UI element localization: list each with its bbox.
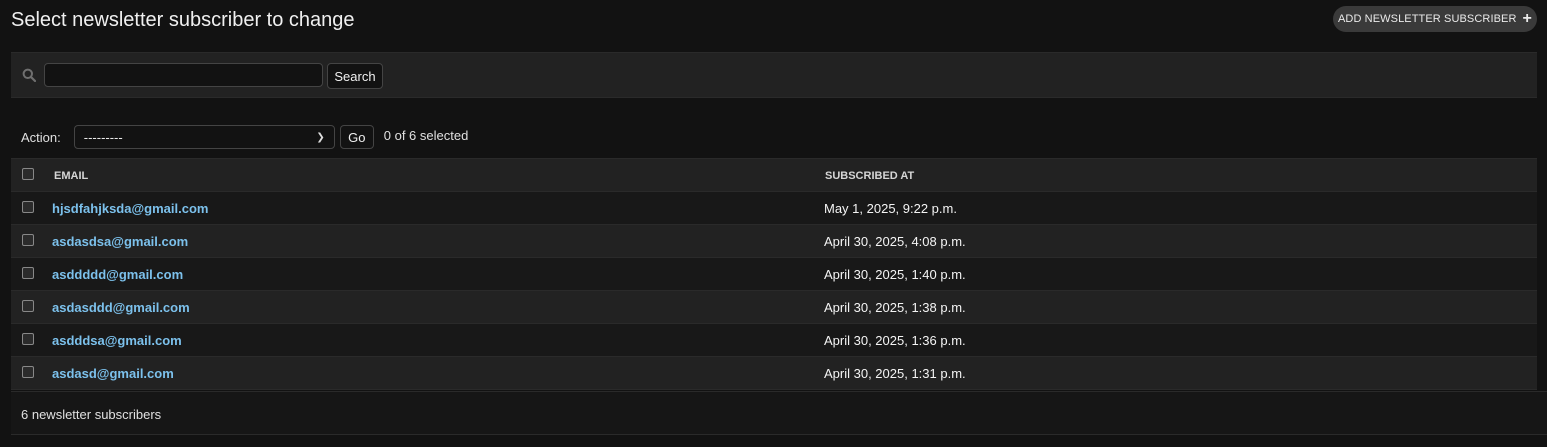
search-input[interactable] [44,63,323,87]
subscribed-at-cell: April 30, 2025, 1:38 p.m. [824,300,966,315]
select-all-checkbox[interactable] [22,168,34,180]
add-button-label: ADD NEWSLETTER SUBSCRIBER [1338,13,1517,25]
table-header: EMAIL SUBSCRIBED AT [11,158,1537,192]
search-bar: Search [11,52,1537,98]
table-row: asdasdsa@gmail.com April 30, 2025, 4:08 … [11,225,1537,258]
row-checkbox[interactable] [22,333,34,345]
email-link[interactable]: hjsdfahjksda@gmail.com [52,201,208,216]
result-count: 6 newsletter subscribers [21,407,162,422]
action-label: Action: [21,129,61,145]
email-link[interactable]: asdddsa@gmail.com [52,333,182,348]
chevron-down-icon: ❯ [316,131,325,143]
column-header-subscribed-at[interactable]: SUBSCRIBED AT [825,170,914,182]
search-button[interactable]: Search [327,63,383,89]
paginator: 6 newsletter subscribers [11,391,1547,435]
row-checkbox[interactable] [22,234,34,246]
column-header-email[interactable]: EMAIL [54,170,88,182]
action-selected-option: --------- [83,129,123,145]
subscribed-at-cell: April 30, 2025, 1:31 p.m. [824,366,966,381]
subscribed-at-cell: April 30, 2025, 1:40 p.m. [824,267,966,282]
row-checkbox[interactable] [22,300,34,312]
go-button[interactable]: Go [339,125,374,149]
plus-icon: + [1522,9,1532,27]
subscribed-at-cell: May 1, 2025, 9:22 p.m. [824,201,957,216]
page-title: Select newsletter subscriber to change [11,9,355,31]
table-row: asdasddd@gmail.com April 30, 2025, 1:38 … [11,291,1537,324]
table-row: asdasd@gmail.com April 30, 2025, 1:31 p.… [11,357,1537,390]
row-checkbox[interactable] [22,366,34,378]
email-link[interactable]: asdasd@gmail.com [52,366,174,381]
table-row: asddddd@gmail.com April 30, 2025, 1:40 p… [11,258,1537,291]
table-row: hjsdfahjksda@gmail.com May 1, 2025, 9:22… [11,192,1537,225]
row-checkbox[interactable] [22,267,34,279]
results-table: EMAIL SUBSCRIBED AT hjsdfahjksda@gmail.c… [11,158,1537,390]
subscribed-at-cell: April 30, 2025, 1:36 p.m. [824,333,966,348]
table-body: hjsdfahjksda@gmail.com May 1, 2025, 9:22… [11,192,1537,390]
actions-bar: Action: --------- ❯ Go 0 of 6 selected [21,124,468,150]
row-checkbox[interactable] [22,201,34,213]
table-row: asdddsa@gmail.com April 30, 2025, 1:36 p… [11,324,1537,357]
selection-counter: 0 of 6 selected [383,127,469,143]
email-link[interactable]: asddddd@gmail.com [52,267,183,282]
search-icon [22,68,36,82]
action-select[interactable]: --------- ❯ [73,125,335,149]
add-newsletter-subscriber-button[interactable]: ADD NEWSLETTER SUBSCRIBER + [1333,6,1537,32]
email-link[interactable]: asdasddd@gmail.com [52,300,190,315]
subscribed-at-cell: April 30, 2025, 4:08 p.m. [824,234,966,249]
email-link[interactable]: asdasdsa@gmail.com [52,234,188,249]
